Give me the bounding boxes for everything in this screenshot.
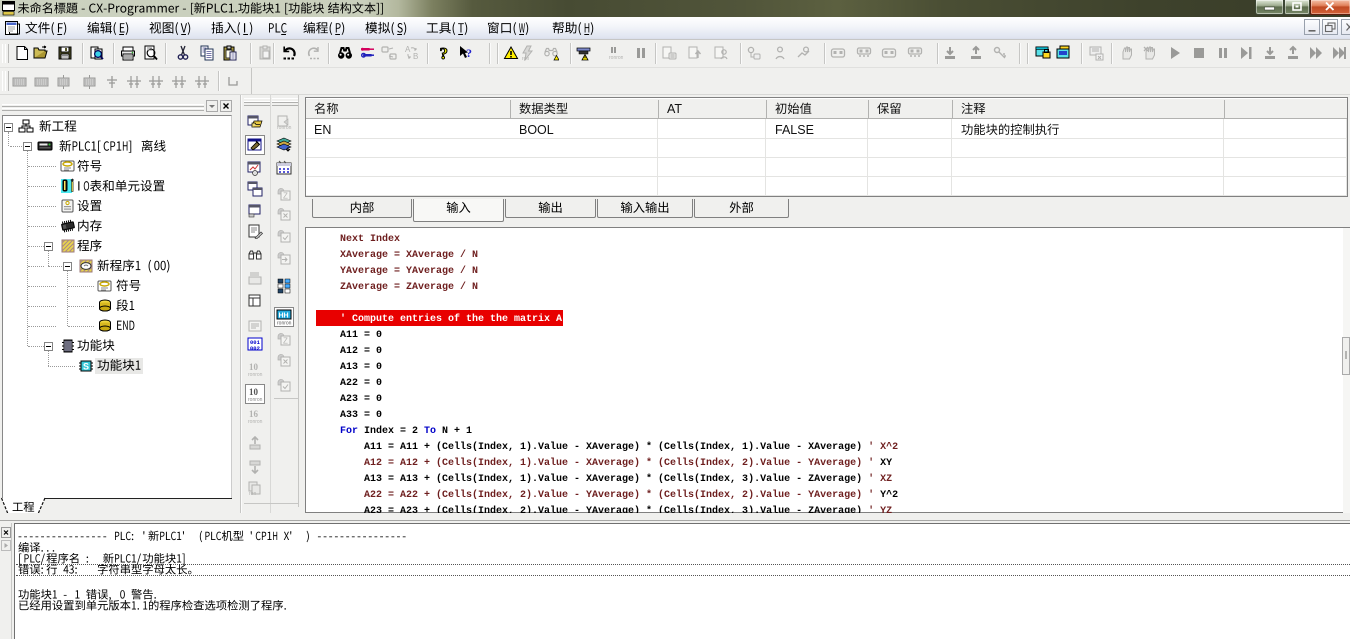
- svg-text:ronron: ronron: [609, 55, 623, 61]
- svg-text:10: 10: [249, 387, 259, 397]
- svg-text:ronron: ronron: [277, 125, 292, 130]
- svg-text:ronron: ronron: [248, 372, 263, 377]
- svg-text:ronron: ronron: [277, 321, 292, 326]
- svg-text:B: B: [413, 52, 418, 61]
- svg-text:Z: Z: [283, 337, 288, 346]
- svg-text:ron: ron: [522, 56, 529, 61]
- svg-text:?: ?: [440, 45, 449, 61]
- svg-text:ronron: ronron: [248, 397, 263, 402]
- svg-text:S: S: [83, 361, 89, 371]
- svg-text:16: 16: [249, 409, 259, 419]
- svg-text:Z: Z: [283, 192, 288, 201]
- svg-text:?: ?: [466, 46, 472, 60]
- svg-text:ron: ron: [249, 491, 256, 496]
- svg-text:002: 002: [250, 345, 260, 352]
- svg-text:10: 10: [249, 362, 259, 372]
- svg-text:A: A: [405, 45, 411, 54]
- svg-text:HH: HH: [279, 313, 289, 320]
- svg-text:ronron: ronron: [248, 419, 263, 424]
